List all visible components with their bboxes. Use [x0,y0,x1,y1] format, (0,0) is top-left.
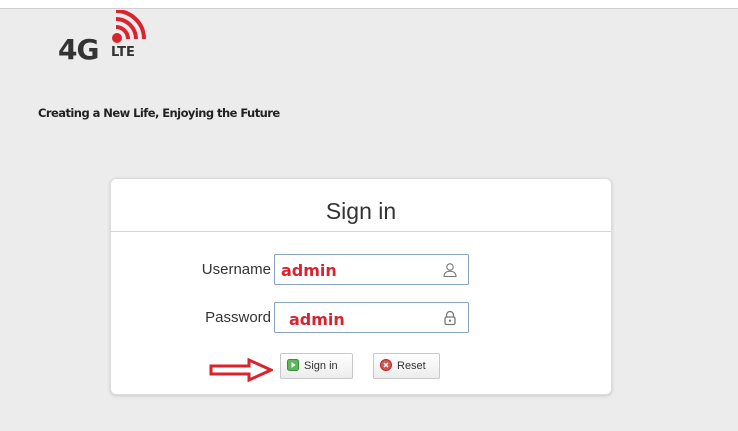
brand-logo: 4G LTE [58,10,158,70]
reset-label: Reset [397,360,426,372]
user-icon [443,263,457,278]
login-panel: Sign in Username admin Password admin Si… [110,178,612,395]
logo-4g-text: 4G [58,33,99,66]
login-panel-header: Sign in [111,179,611,232]
sign-in-button[interactable]: Sign in [280,353,353,379]
play-icon [287,359,299,372]
username-label: Username [201,261,271,278]
username-input[interactable]: admin [274,254,469,285]
logo-lte-text: LTE [111,45,135,60]
reset-button[interactable]: Reset [373,353,440,379]
password-label: Password [205,309,271,326]
username-value: admin [281,261,337,280]
lock-icon [444,310,456,326]
sign-in-label: Sign in [304,360,338,372]
arrow-right-icon [209,358,273,382]
slogan: Creating a New Life, Enjoying the Future [38,106,280,120]
password-input[interactable]: admin [274,302,469,333]
close-circle-icon [380,359,392,372]
password-value: admin [289,310,345,329]
top-border [0,0,738,9]
login-title: Sign in [325,198,397,224]
wifi-signal-icon [112,10,146,43]
